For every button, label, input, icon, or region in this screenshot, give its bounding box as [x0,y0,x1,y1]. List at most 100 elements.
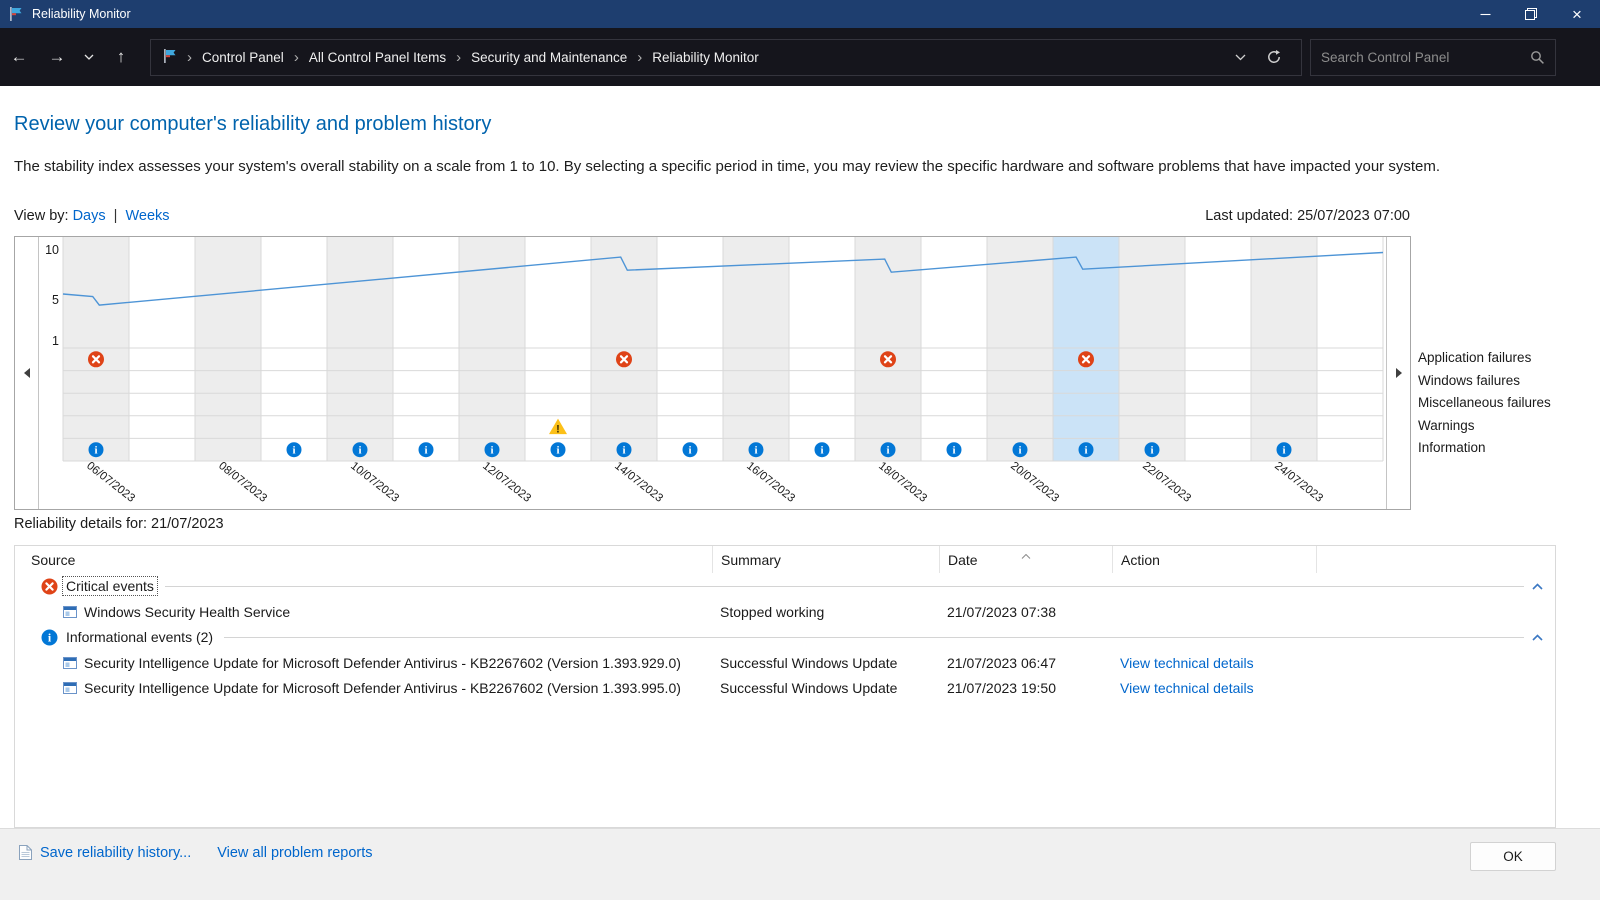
svg-text:i: i [1150,445,1153,457]
page-description: The stability index assesses your system… [14,158,1584,175]
svg-text:i: i [952,445,955,457]
reliability-flag-icon [8,6,24,22]
stability-y-axis: 10 5 1 [39,237,62,509]
chart-row-legend: Application failures Windows failures Mi… [1418,347,1551,460]
collapse-chevron-icon[interactable] [1532,634,1543,641]
event-source: Security Intelligence Update for Microso… [84,655,681,671]
column-header-summary[interactable]: Summary [712,546,939,573]
save-reliability-history-link[interactable]: Save reliability history... [40,845,191,861]
svg-text:i: i [292,445,295,457]
column-header-source[interactable]: Source [15,546,712,573]
application-icon [63,682,77,694]
svg-text:06/07/2023: 06/07/2023 [84,460,137,505]
svg-text:i: i [1084,445,1087,457]
view-technical-details-link[interactable]: View technical details [1120,680,1254,696]
breadcrumb-separator: › [286,49,307,66]
critical-icon [41,578,58,595]
address-bar[interactable]: › Control Panel › All Control Panel Item… [150,39,1302,76]
breadcrumb-separator: › [179,49,200,66]
svg-text:i: i [688,445,691,457]
event-group-critical[interactable]: Critical events [15,573,1555,599]
y-tick: 10 [45,243,59,257]
breadcrumb-separator: › [448,49,469,66]
application-icon [63,657,77,669]
details-table: Source Summary Date Action Critical even… [14,545,1556,828]
event-summary: Successful Windows Update [712,655,939,671]
svg-text:i: i [820,445,823,457]
address-dropdown-button[interactable] [1223,40,1257,74]
svg-text:i: i [556,445,559,457]
close-button[interactable]: × [1554,0,1600,28]
svg-text:i: i [1018,445,1021,457]
recent-pages-button[interactable] [76,38,102,76]
back-button[interactable]: ← [0,38,38,76]
svg-text:22/07/2023: 22/07/2023 [1140,460,1193,505]
forward-button[interactable]: → [38,38,76,76]
event-group-info[interactable]: i Informational events (2) [15,624,1555,650]
chart-scroll-right-button[interactable] [1386,237,1410,509]
svg-text:i: i [94,445,97,457]
svg-text:i: i [622,445,625,457]
scroll-left-icon [24,368,30,378]
svg-text:!: ! [556,424,560,436]
breadcrumb-reliability-monitor[interactable]: Reliability Monitor [650,50,761,65]
collapse-chevron-icon[interactable] [1532,583,1543,590]
column-header-action[interactable]: Action [1112,546,1316,573]
svg-text:16/07/2023: 16/07/2023 [744,460,797,505]
view-by-control: View by: Days | Weeks [14,208,170,224]
restore-button[interactable] [1508,0,1554,28]
event-row[interactable]: Security Intelligence Update for Microso… [15,675,1555,700]
search-input[interactable] [1321,50,1530,65]
event-source: Windows Security Health Service [84,604,290,620]
view-all-problem-reports-link[interactable]: View all problem reports [217,845,372,861]
footer-bar: Save reliability history... View all pro… [0,828,1600,900]
refresh-button[interactable] [1257,40,1291,74]
search-icon [1530,50,1545,65]
minimize-button[interactable] [1462,0,1508,28]
breadcrumb-security-maintenance[interactable]: Security and Maintenance [469,50,629,65]
view-by-weeks-link[interactable]: Weeks [125,208,169,224]
ok-button[interactable]: OK [1470,842,1556,871]
column-header-empty [1316,546,1555,573]
sort-ascending-icon [1022,546,1031,562]
scroll-right-icon [1396,368,1402,378]
event-date: 21/07/2023 06:47 [939,655,1112,671]
event-source: Security Intelligence Update for Microso… [84,680,681,696]
svg-text:i: i [886,445,889,457]
details-rows: Critical events Windows Security Health S… [15,573,1555,700]
event-group-label[interactable]: Informational events (2) [63,628,216,646]
chart-scroll-left-button[interactable] [15,237,39,509]
navigation-bar: ← → ↑ › Control Panel › All Control Pane… [0,28,1600,86]
breadcrumb-control-panel[interactable]: Control Panel [200,50,286,65]
restore-icon [1525,8,1537,20]
svg-text:14/07/2023: 14/07/2023 [612,460,665,505]
column-header-date[interactable]: Date [939,546,1112,573]
svg-text:i: i [754,445,757,457]
forward-icon: → [49,47,66,67]
refresh-icon [1266,49,1282,65]
page-title: Review your computer's reliability and p… [14,113,491,136]
up-button[interactable]: ↑ [102,38,140,76]
chevron-down-icon [1235,54,1246,61]
svg-text:i: i [490,445,493,457]
legend-information: Information [1418,437,1551,460]
legend-application-failures: Application failures [1418,347,1551,370]
search-box[interactable] [1310,39,1556,76]
event-row[interactable]: Windows Security Health Service Stopped w… [15,599,1555,624]
reliability-chart[interactable]: !iiiiiiiiiiiiiiii06/07/202308/07/202310/… [63,237,1383,511]
view-technical-details-link[interactable]: View technical details [1120,655,1254,671]
title-bar: Reliability Monitor × [0,0,1600,28]
svg-text:i: i [424,445,427,457]
event-row[interactable]: Security Intelligence Update for Microso… [15,650,1555,675]
application-icon [63,606,77,618]
svg-text:24/07/2023: 24/07/2023 [1272,460,1325,505]
info-icon: i [41,629,58,646]
view-by-days-link[interactable]: Days [73,208,106,224]
svg-text:08/07/2023: 08/07/2023 [216,460,269,505]
breadcrumb-all-items[interactable]: All Control Panel Items [307,50,448,65]
save-history-icon [18,844,33,861]
y-tick: 5 [52,293,59,307]
event-group-label[interactable]: Critical events [63,577,157,595]
chevron-down-icon [84,54,94,60]
event-summary: Stopped working [712,604,939,620]
